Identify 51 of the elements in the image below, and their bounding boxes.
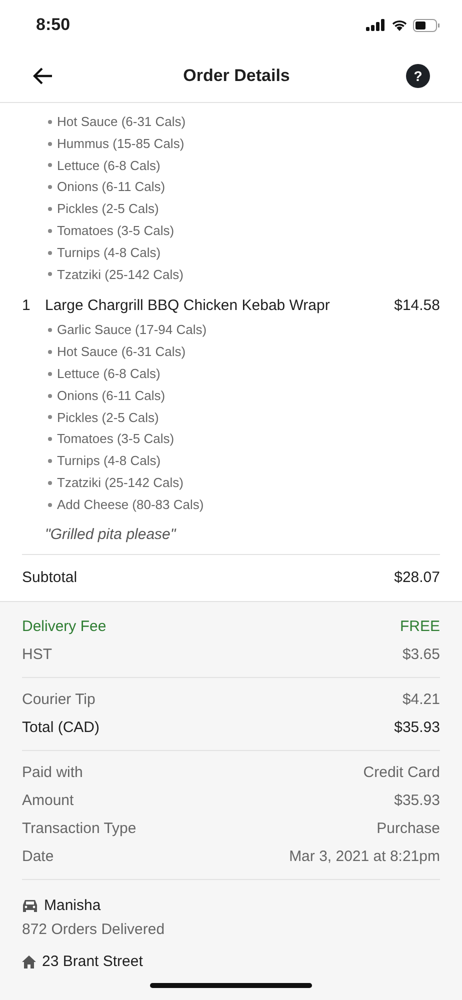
status-time: 8:50 [36,15,70,35]
item-option: Turnips (4-8 Cals) [22,450,161,472]
item-option: Hot Sauce (6-31 Cals) [22,111,186,133]
summary-value: $35.93 [394,719,440,736]
summary-label: Subtotal [22,569,78,586]
signal-icon [366,19,386,31]
help-icon[interactable]: ? [406,64,430,88]
courier-name: Manisha [44,897,101,914]
item-option: Tomatoes (3-5 Cals) [22,220,174,242]
item-price: $14.58 [394,296,440,314]
payment-value: Mar 3, 2021 at 8:21pm [289,848,440,866]
battery-icon [413,18,440,32]
item-option: Tzatziki (25-142 Cals) [22,264,184,286]
item-option: Pickles (2-5 Cals) [22,406,159,428]
home-icon [22,954,36,969]
payment-value: Credit Card [363,764,440,782]
courier-orders: 872 Orders Delivered [22,920,165,940]
summary-value: FREE [400,618,440,636]
item-option: Lettuce (6-8 Cals) [22,362,160,385]
item-option: Turnips (4-8 Cals) [22,242,161,264]
summary-value: $3.65 [402,646,440,664]
item-option: Garlic Sauce (17-94 Cals) [22,319,207,342]
summary-label: Total (CAD) [22,719,100,736]
delivery-address: 23 Brant Street [42,953,143,970]
item-quantity: 1 [22,296,32,314]
car-icon [22,898,38,913]
payment-value: $35.93 [394,792,440,810]
item-name: Large Chargrill BBQ Chicken Kebab Wrapr [45,296,331,314]
item-option: Tzatziki (25-142 Cals) [22,472,184,494]
wifi-icon [391,19,408,31]
item-option: Pickles (2-5 Cals) [22,198,159,220]
summary-label: HST [22,646,52,664]
summary-label: Courier Tip [22,691,96,708]
summary-label: Delivery Fee [22,618,106,636]
payment-label: Transaction Type [22,820,136,838]
payment-label: Date [22,848,54,866]
page-title: Order Details [183,66,290,86]
item-option: Onions (6-11 Cals) [22,176,166,198]
item-option: Lettuce (6-8 Cals) [22,154,160,176]
payment-label: Paid with [22,764,83,782]
summary-value: $28.07 [394,569,440,586]
item-note: "Grilled pita please" [44,524,176,543]
summary-value: $4.21 [402,691,440,708]
back-arrow-icon[interactable] [33,67,53,85]
payment-value: Purchase [376,820,440,838]
payment-label: Amount [22,792,74,810]
item-option: Onions (6-11 Cals) [22,384,166,407]
item-option: Hot Sauce (6-31 Cals) [22,341,186,363]
item-option: Hummus (15-85 Cals) [22,132,184,155]
item-option: Tomatoes (3-5 Cals) [22,428,174,450]
item-option: Add Cheese (80-83 Cals) [22,494,204,516]
